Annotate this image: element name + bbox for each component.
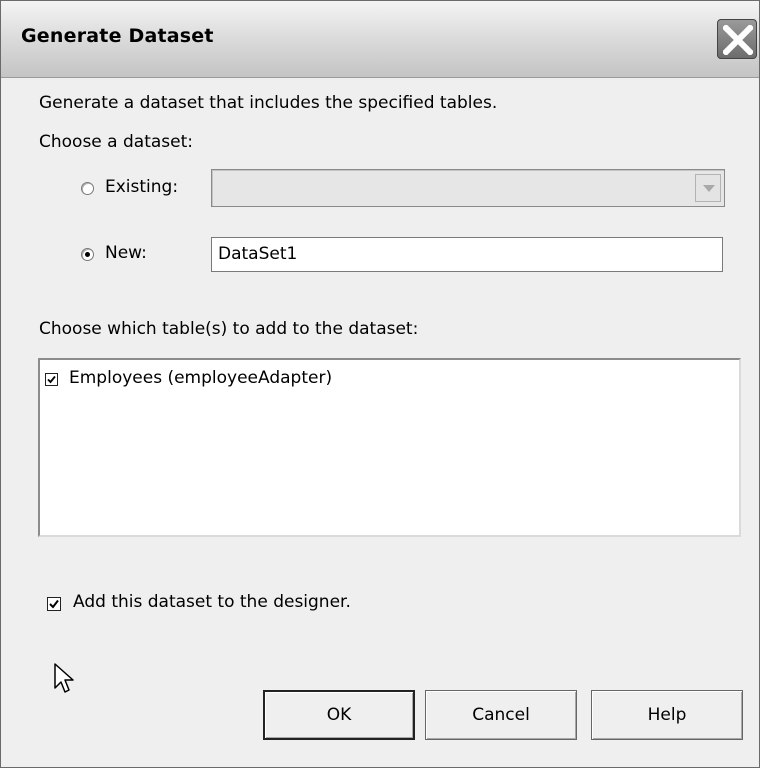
table-item-label: Employees (employeeAdapter) — [69, 368, 333, 388]
title-bar[interactable]: Generate Dataset — [1, 1, 759, 78]
list-item[interactable]: Employees (employeeAdapter) — [40, 368, 730, 394]
mouse-pointer-icon — [54, 663, 74, 693]
existing-radio[interactable] — [81, 182, 94, 195]
intro-text: Generate a dataset that includes the spe… — [39, 93, 498, 113]
checkmark-icon — [49, 599, 59, 609]
generate-dataset-dialog: Generate Dataset Generate a dataset that… — [0, 0, 760, 768]
new-dataset-name-input[interactable]: DataSet1 — [211, 237, 723, 272]
new-radio[interactable] — [81, 248, 94, 261]
tables-listbox[interactable]: Employees (employeeAdapter) — [38, 358, 741, 537]
help-button[interactable]: Help — [591, 690, 743, 740]
new-label[interactable]: New: — [105, 243, 147, 263]
dialog-title: Generate Dataset — [21, 25, 214, 47]
close-button[interactable] — [717, 19, 757, 59]
tables-label: Choose which table(s) to add to the data… — [39, 319, 419, 339]
table-checkbox[interactable] — [45, 373, 58, 386]
radio-selected-dot — [85, 252, 90, 257]
existing-label[interactable]: Existing: — [105, 177, 178, 197]
cancel-button[interactable]: Cancel — [425, 690, 577, 740]
existing-dataset-combo[interactable] — [211, 169, 725, 207]
add-to-designer-label[interactable]: Add this dataset to the designer. — [73, 592, 351, 612]
checkmark-icon — [47, 375, 56, 384]
close-icon — [723, 25, 753, 55]
dropdown-arrow-icon — [703, 185, 715, 192]
ok-button[interactable]: OK — [263, 690, 415, 740]
add-to-designer-checkbox[interactable] — [47, 597, 61, 611]
choose-dataset-label: Choose a dataset: — [39, 132, 193, 152]
dropdown-button[interactable] — [695, 174, 721, 202]
